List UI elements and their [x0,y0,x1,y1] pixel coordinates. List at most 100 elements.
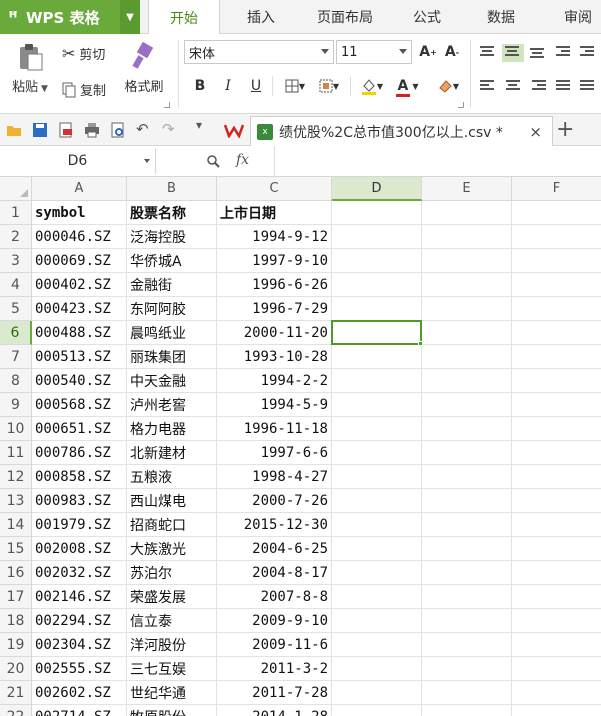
cut-button[interactable]: ✂ 剪切 [62,44,105,63]
tab-document[interactable]: x 绩优股%2C总市值300亿以上.csv * × [250,116,553,146]
print-icon[interactable] [84,122,100,138]
row-header[interactable]: 18 [0,609,32,633]
cell-e7[interactable] [422,345,512,369]
cell-e19[interactable] [422,633,512,657]
column-header-f[interactable]: F [512,177,601,201]
cell-f10[interactable] [512,417,601,441]
cell-a2[interactable]: 000046.SZ [32,225,127,249]
column-header-d[interactable]: D [332,177,422,201]
align-top-icon[interactable] [480,46,496,60]
cell-e3[interactable] [422,249,512,273]
row-header[interactable]: 10 [0,417,32,441]
cell-d12[interactable] [332,465,422,489]
cell-c3[interactable]: 1997-9-10 [217,249,332,273]
cell-d18[interactable] [332,609,422,633]
cell-e2[interactable] [422,225,512,249]
tab-home[interactable]: 开始 [148,0,220,35]
cell-b21[interactable]: 世纪华通 [127,681,217,705]
cell-a11[interactable]: 000786.SZ [32,441,127,465]
cell-c22[interactable]: 2014-1-28 [217,705,332,716]
cell-a22[interactable]: 002714.SZ [32,705,127,716]
row-header[interactable]: 21 [0,681,32,705]
cell-e14[interactable] [422,513,512,537]
tab-data[interactable]: 数据 [470,0,532,34]
cell-c7[interactable]: 1993-10-28 [217,345,332,369]
row-header[interactable]: 14 [0,513,32,537]
cell-e10[interactable] [422,417,512,441]
bold-icon[interactable]: B [190,76,210,96]
increase-font-icon[interactable]: A + [418,42,438,62]
cell-b11[interactable]: 北新建材 [127,441,217,465]
cell-f11[interactable] [512,441,601,465]
tab-page-layout[interactable]: 页面布局 [300,0,390,34]
cell-a7[interactable]: 000513.SZ [32,345,127,369]
column-header-b[interactable]: B [127,177,217,201]
wps-docs-icon[interactable] [224,122,244,138]
cell-b16[interactable]: 苏泊尔 [127,561,217,585]
cell-a19[interactable]: 002304.SZ [32,633,127,657]
cell-c15[interactable]: 2004-6-25 [217,537,332,561]
new-tab-icon[interactable]: + [556,117,574,142]
cell-b1[interactable]: 股票名称 [127,201,217,225]
cell-a18[interactable]: 002294.SZ [32,609,127,633]
cell-e6[interactable] [422,321,512,345]
cell-d21[interactable] [332,681,422,705]
cell-b8[interactable]: 中天金融 [127,369,217,393]
customize-toolbar-icon[interactable]: ▾ [196,118,212,134]
formula-input[interactable] [278,148,598,174]
row-header[interactable]: 16 [0,561,32,585]
row-header[interactable]: 15 [0,537,32,561]
select-all-corner[interactable] [0,177,32,201]
cell-c1[interactable]: 上市日期 [217,201,332,225]
cell-b4[interactable]: 金融街 [127,273,217,297]
spreadsheet-grid[interactable]: A B C D E F 1 symbol 股票名称 上市日期 2 000046.SZ 泛海控股 1994-… [0,177,601,716]
cell-c12[interactable]: 1998-4-27 [217,465,332,489]
cell-f4[interactable] [512,273,601,297]
cell-f21[interactable] [512,681,601,705]
cell-e8[interactable] [422,369,512,393]
cell-f16[interactable] [512,561,601,585]
cell-d4[interactable] [332,273,422,297]
print-preview-icon[interactable] [110,122,126,138]
cell-c14[interactable]: 2015-12-30 [217,513,332,537]
cell-a15[interactable]: 002008.SZ [32,537,127,561]
cell-c16[interactable]: 2004-8-17 [217,561,332,585]
align-bottom-icon[interactable] [530,48,546,62]
row-header[interactable]: 13 [0,489,32,513]
cell-f12[interactable] [512,465,601,489]
cell-b22[interactable]: 牧原股份 [127,705,217,716]
row-header[interactable]: 8 [0,369,32,393]
cell-b19[interactable]: 洋河股份 [127,633,217,657]
cell-c10[interactable]: 1996-11-18 [217,417,332,441]
cell-a14[interactable]: 001979.SZ [32,513,127,537]
cell-e16[interactable] [422,561,512,585]
cell-f3[interactable] [512,249,601,273]
cell-a1[interactable]: symbol [32,201,127,225]
row-header[interactable]: 6 [0,321,32,345]
tab-review[interactable]: 审阅 [552,0,601,34]
zoom-icon[interactable] [206,154,220,168]
align-right-icon[interactable] [532,80,548,94]
save-icon[interactable] [32,122,48,138]
cell-a17[interactable]: 002146.SZ [32,585,127,609]
column-header-e[interactable]: E [422,177,512,201]
row-header[interactable]: 17 [0,585,32,609]
cell-b5[interactable]: 东阿阿胶 [127,297,217,321]
cell-b18[interactable]: 信立泰 [127,609,217,633]
cell-b7[interactable]: 丽珠集团 [127,345,217,369]
cell-c19[interactable]: 2009-11-6 [217,633,332,657]
italic-icon[interactable]: I [218,76,238,96]
cell-b14[interactable]: 招商蛇口 [127,513,217,537]
cell-e17[interactable] [422,585,512,609]
cell-e12[interactable] [422,465,512,489]
row-header[interactable]: 22 [0,705,32,716]
function-icon[interactable]: fx [236,152,249,168]
cell-f13[interactable] [512,489,601,513]
cell-c4[interactable]: 1996-6-26 [217,273,332,297]
cell-d1[interactable] [332,201,422,225]
cell-f8[interactable] [512,369,601,393]
cell-a3[interactable]: 000069.SZ [32,249,127,273]
tab-formulas[interactable]: 公式 [396,0,458,34]
name-box[interactable]: D6 [0,148,156,174]
export-pdf-icon[interactable] [58,122,74,138]
